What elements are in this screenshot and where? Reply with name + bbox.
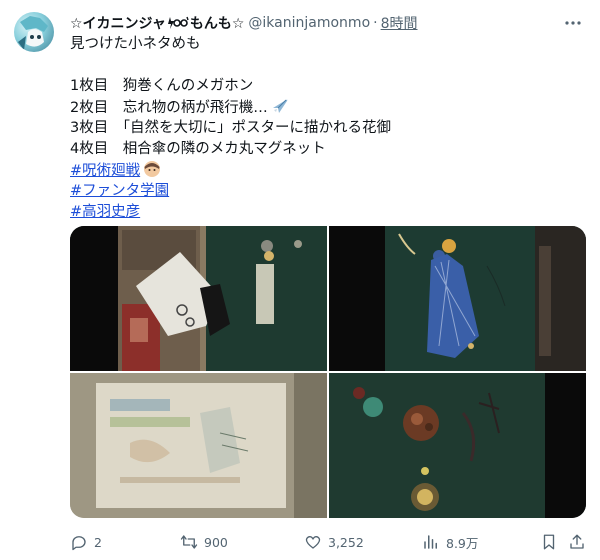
airplane-emoji-icon: [272, 99, 288, 113]
tweet-line: 1枚目 狗巻くんのメガホン: [70, 78, 254, 94]
photo-umbrella: [329, 226, 586, 371]
more-options-button[interactable]: [562, 12, 584, 34]
hashtag-emoji-icon: [144, 161, 161, 177]
media-grid: [70, 226, 586, 518]
more-horizontal-icon: [565, 21, 581, 25]
timestamp[interactable]: 8時間: [381, 13, 418, 33]
retweet-button[interactable]: 900: [180, 533, 228, 551]
tweet-text: 見つけた小ネタめも 1枚目 狗巻くんのメガホン 2枚目 忘れ物の柄が飛行機… 3…: [70, 34, 570, 223]
views-count: 8.9万: [446, 535, 479, 551]
media-photo-1[interactable]: [70, 226, 327, 371]
tweet-line: 4枚目 相合傘の隣のメカ丸マグネット: [70, 141, 326, 157]
like-button[interactable]: 3,252: [304, 533, 364, 551]
reply-button[interactable]: 2: [70, 533, 102, 551]
bookmark-icon: [543, 534, 555, 550]
hashtag-link[interactable]: #呪術廻戦: [70, 163, 140, 179]
like-count: 3,252: [328, 534, 364, 550]
tweet-header: ☆イカニンジャ もんも☆ @ikaninjamonmo · 8時間: [70, 12, 586, 34]
action-bar: 2 900 3,252 8.9万: [70, 530, 586, 554]
user-handle[interactable]: @ikaninjamonmo: [248, 15, 370, 31]
photo-poster: [70, 373, 327, 518]
separator-dot: ·: [373, 15, 378, 31]
hashtag-line: #呪術廻戦: [70, 160, 570, 181]
avatar-illustration: [18, 16, 48, 50]
bookmark-button[interactable]: [540, 533, 558, 551]
display-name[interactable]: ☆イカニンジャ: [70, 13, 166, 33]
hashtag-line: #ファンタ学園: [70, 181, 570, 202]
views-button[interactable]: 8.9万: [422, 533, 478, 552]
tweet-line: 2枚目 忘れ物の柄が飛行機…: [70, 97, 570, 118]
photo-magnet: [329, 373, 586, 518]
share-button[interactable]: [568, 533, 586, 551]
tweet-line: 見つけた小ネタめも: [70, 36, 201, 52]
share-icon: [570, 534, 584, 549]
avatar[interactable]: [14, 12, 54, 52]
views-chart-icon: [424, 535, 437, 549]
media-photo-3[interactable]: [70, 373, 327, 518]
hashtag-line: #高羽史彦: [70, 202, 570, 223]
tweet-line-text: 2枚目 忘れ物の柄が飛行機…: [70, 100, 268, 116]
retweet-count: 900: [204, 534, 228, 550]
hashtag-link[interactable]: #高羽史彦: [70, 204, 140, 220]
tweet-line: 3枚目 「自然を大切に」ポスターに描かれる花御: [70, 120, 391, 136]
media-photo-4[interactable]: [329, 373, 586, 518]
heart-icon: [305, 535, 321, 549]
reply-icon: [72, 536, 86, 551]
display-name-suffix[interactable]: もんも☆: [190, 13, 245, 33]
name-decoration-icon: [167, 16, 189, 29]
retweet-icon: [180, 535, 198, 549]
hashtag-link[interactable]: #ファンタ学園: [70, 183, 169, 199]
media-photo-2[interactable]: [329, 226, 586, 371]
photo-megaphone: [70, 226, 327, 371]
reply-count: 2: [94, 534, 102, 550]
